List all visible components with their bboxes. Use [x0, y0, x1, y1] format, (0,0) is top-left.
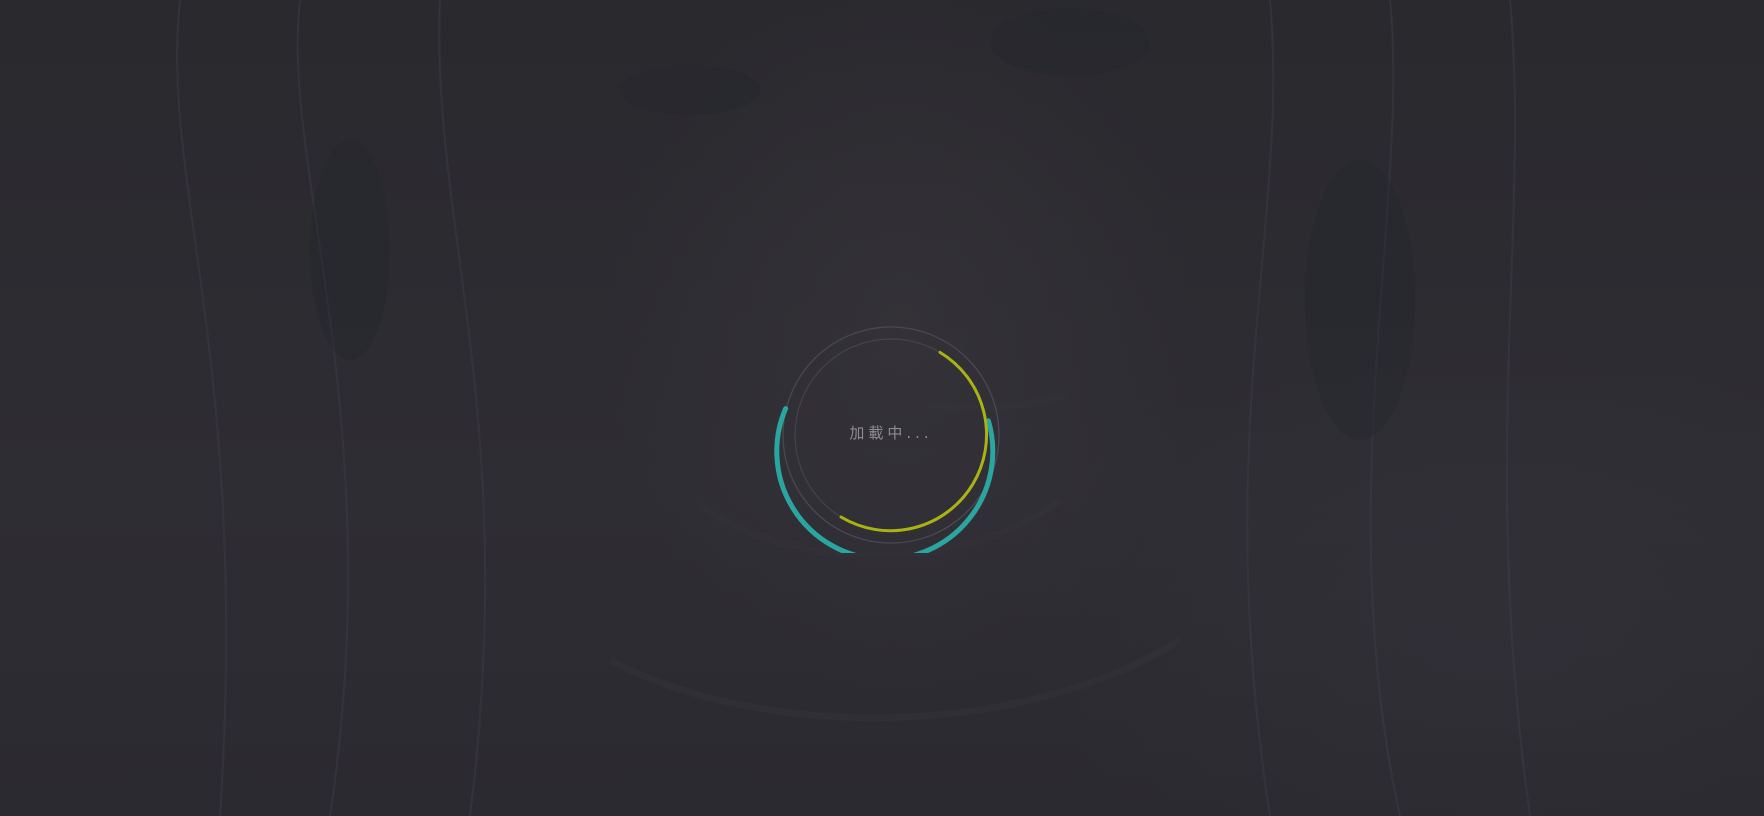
- loading-spinner: 加載中...: [773, 317, 1009, 553]
- loading-screen: 加載中...: [0, 0, 1764, 816]
- loading-label: 加載中...: [849, 424, 933, 442]
